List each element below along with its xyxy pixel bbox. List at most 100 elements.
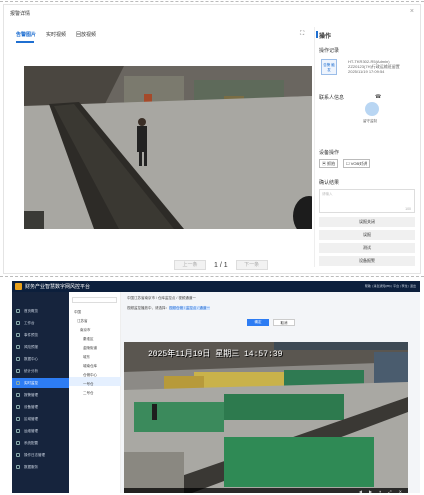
sidebar-item-label: 区域管理 xyxy=(24,417,38,421)
cancel-button[interactable]: 取消 xyxy=(273,319,295,326)
alarm-detail-dialog: 报警详情 × 告警图片 实时视频 回放视频 ⛶ 上一条 1 / 1 下一条 操作… xyxy=(3,4,421,274)
sidebar-item[interactable]: 事件预览 xyxy=(12,330,69,340)
menu-icon xyxy=(16,453,20,457)
sidebar-item-label: 统计分析 xyxy=(24,369,38,373)
logo xyxy=(15,283,22,290)
tab-playback-video[interactable]: 回放视频 xyxy=(76,31,96,38)
result-textarea[interactable]: 请输入 100 xyxy=(319,189,415,213)
close-icon[interactable]: × xyxy=(410,8,414,15)
sidebar-item-label: 数据服务 xyxy=(24,465,38,469)
menu-icon xyxy=(16,357,20,361)
confirm-button[interactable]: 确定 xyxy=(247,319,269,326)
sidebar-item[interactable]: 操作日志管理 xyxy=(12,450,69,460)
platform-window: 财务产业智慧数字网风控平台 帮助 | 消息通知(88) | 平台 | 李龙 | … xyxy=(12,281,420,493)
tab-live-video[interactable]: 实时视频 xyxy=(46,31,66,38)
hint-text: 视频监控播放中，请选择：视频仓储 / 监控点 / 通道一 xyxy=(127,306,210,311)
sidebar-item-label: 报警管理 xyxy=(24,393,38,397)
main-content: 中国江苏省南京市 / 仓库监控点 / 视频通道一 视频监控播放中，请选择：视频仓… xyxy=(121,292,420,493)
tree-node[interactable]: 中国 xyxy=(74,310,81,315)
menu-icon xyxy=(16,429,20,433)
avatar-label: 留守监制 xyxy=(363,119,377,123)
sidebar-item-label: 事件预览 xyxy=(24,333,38,337)
sidebar-item[interactable]: 报警管理 xyxy=(12,390,69,400)
tree-node[interactable]: 江苏省 xyxy=(77,319,88,324)
sidebar-item-label: 首页概览 xyxy=(24,309,38,313)
intercom-button[interactable]: ☐ VOB对讲 xyxy=(343,159,371,168)
video-osd-timestamp: 2025年11月19日 星期三 14:57:39 xyxy=(148,350,283,359)
video-controls: ◀ ▶ ⏸ ⤢ ✕ xyxy=(124,488,408,493)
sidebar-item[interactable]: 工作台 xyxy=(12,318,69,328)
sidebar-item[interactable]: 系统配置 xyxy=(12,438,69,448)
hint-prefix: 视频监控播放中，请选择： xyxy=(127,306,169,310)
live-video[interactable]: 2025年11月19日 星期三 14:57:39 ◀ ▶ ⏸ ⤢ ✕ xyxy=(124,342,408,493)
tree-node[interactable]: 仓储中心 xyxy=(83,373,97,378)
action-device-alarm[interactable]: 设备报警 xyxy=(319,256,415,266)
action-test[interactable]: 测试 xyxy=(319,243,415,253)
menu-icon xyxy=(16,405,20,409)
menu-icon xyxy=(16,381,20,385)
action-false-alarm-close[interactable]: 误报关闭 xyxy=(319,217,415,227)
menu-icon xyxy=(16,417,20,421)
sidebar-item[interactable]: 统计分析 xyxy=(12,366,69,376)
phone-icon[interactable]: ☎ xyxy=(375,94,381,100)
dialog-title: 报警详情 xyxy=(10,11,31,17)
capture-button[interactable]: ▣ 抓拍 xyxy=(319,159,339,168)
sidebar-item[interactable]: 区域管理 xyxy=(12,414,69,424)
pager: 上一条 1 / 1 下一条 xyxy=(174,260,268,270)
confirm-title: 确认结果 xyxy=(319,180,340,186)
menu-icon xyxy=(16,321,20,325)
next-button[interactable]: 下一条 xyxy=(235,260,268,270)
tree-node[interactable]: 南京市 xyxy=(80,328,91,333)
top-bar: 财务产业智慧数字网风控平台 帮助 | 消息通知(88) | 平台 | 李龙 | … xyxy=(12,281,420,292)
menu-icon xyxy=(16,333,20,337)
menu-icon xyxy=(16,393,20,397)
menu-icon xyxy=(16,441,20,445)
log-entry: HT-TKR302-R5(Admin) ZZ20123(7H)行政运输班留置 2… xyxy=(348,59,420,74)
action-false-alarm[interactable]: 误报 xyxy=(319,230,415,240)
sidebar-item[interactable]: 数据中心 xyxy=(12,354,69,364)
top-right-links[interactable]: 帮助 | 消息通知(88) | 平台 | 李龙 | 退出 xyxy=(365,284,416,288)
menu-icon xyxy=(16,465,20,469)
textarea-placeholder: 请输入 xyxy=(322,192,333,196)
tree-node[interactable]: 城东 xyxy=(83,355,90,360)
sidebar-item[interactable]: 风险预报 xyxy=(12,342,69,352)
menu-icon xyxy=(16,309,20,313)
sidebar-item[interactable]: 实时监控 xyxy=(12,378,69,388)
tab-alarm-image[interactable]: 告警图片 xyxy=(16,31,36,38)
sidebar: 首页概览工作台事件预览风险预报数据中心统计分析实时监控报警管理设备管理区域管理运… xyxy=(12,292,69,493)
sidebar-item[interactable]: 运维管理 xyxy=(12,426,69,436)
page-indicator: 1 / 1 xyxy=(214,261,228,269)
sidebar-item[interactable]: 设备管理 xyxy=(12,402,69,412)
hint-highlight: 视频仓储 / 监控点 / 通道一 xyxy=(169,306,210,310)
tree-selected-row xyxy=(69,377,121,386)
panel-header: 操作 xyxy=(319,34,332,40)
log-badge: 告警 触发 xyxy=(321,59,337,75)
tree-search-input[interactable] xyxy=(72,297,117,303)
tree-node[interactable]: 城南仓库 xyxy=(83,364,97,369)
sidebar-item-label: 风险预报 xyxy=(24,345,38,349)
prev-button[interactable]: 上一条 xyxy=(174,260,206,270)
tree-node[interactable]: 二号仓 xyxy=(83,391,94,396)
sidebar-item[interactable]: 数据服务 xyxy=(12,462,69,472)
video-control-icons[interactable]: ◀ ▶ ⏸ ⤢ ✕ xyxy=(359,489,405,493)
operation-panel: 操作 操作记录 告警 触发 HT-TKR302-R5(Admin) ZZ2012… xyxy=(314,27,422,267)
sidebar-item[interactable]: 首页概览 xyxy=(12,306,69,316)
contact-title: 联系人信息 xyxy=(319,95,345,101)
sidebar-item-label: 系统配置 xyxy=(24,441,38,445)
log-line: 2025/11/19 17:09:54 xyxy=(348,69,385,74)
sidebar-item-label: 实时监控 xyxy=(24,381,38,385)
tab-bar: 告警图片 实时视频 回放视频 xyxy=(16,31,96,38)
panel-header-bar xyxy=(316,31,318,38)
menu-icon xyxy=(16,369,20,373)
log-title: 操作记录 xyxy=(319,48,340,54)
active-tab-underline xyxy=(16,41,34,43)
org-tree: 中国江苏省南京市秦淮区金陵街道城东城南仓库仓储中心一号仓二号仓 xyxy=(69,292,121,493)
avatar xyxy=(365,102,379,116)
tree-node[interactable]: 秦淮区 xyxy=(83,337,94,342)
tree-node[interactable]: 金陵街道 xyxy=(83,346,97,351)
sidebar-item-label: 数据中心 xyxy=(24,357,38,361)
tree-node[interactable]: 一号仓 xyxy=(83,382,94,387)
fullscreen-icon[interactable]: ⛶ xyxy=(300,31,304,38)
sidebar-item-label: 运维管理 xyxy=(24,429,38,433)
device-title: 设备操作 xyxy=(319,150,340,156)
